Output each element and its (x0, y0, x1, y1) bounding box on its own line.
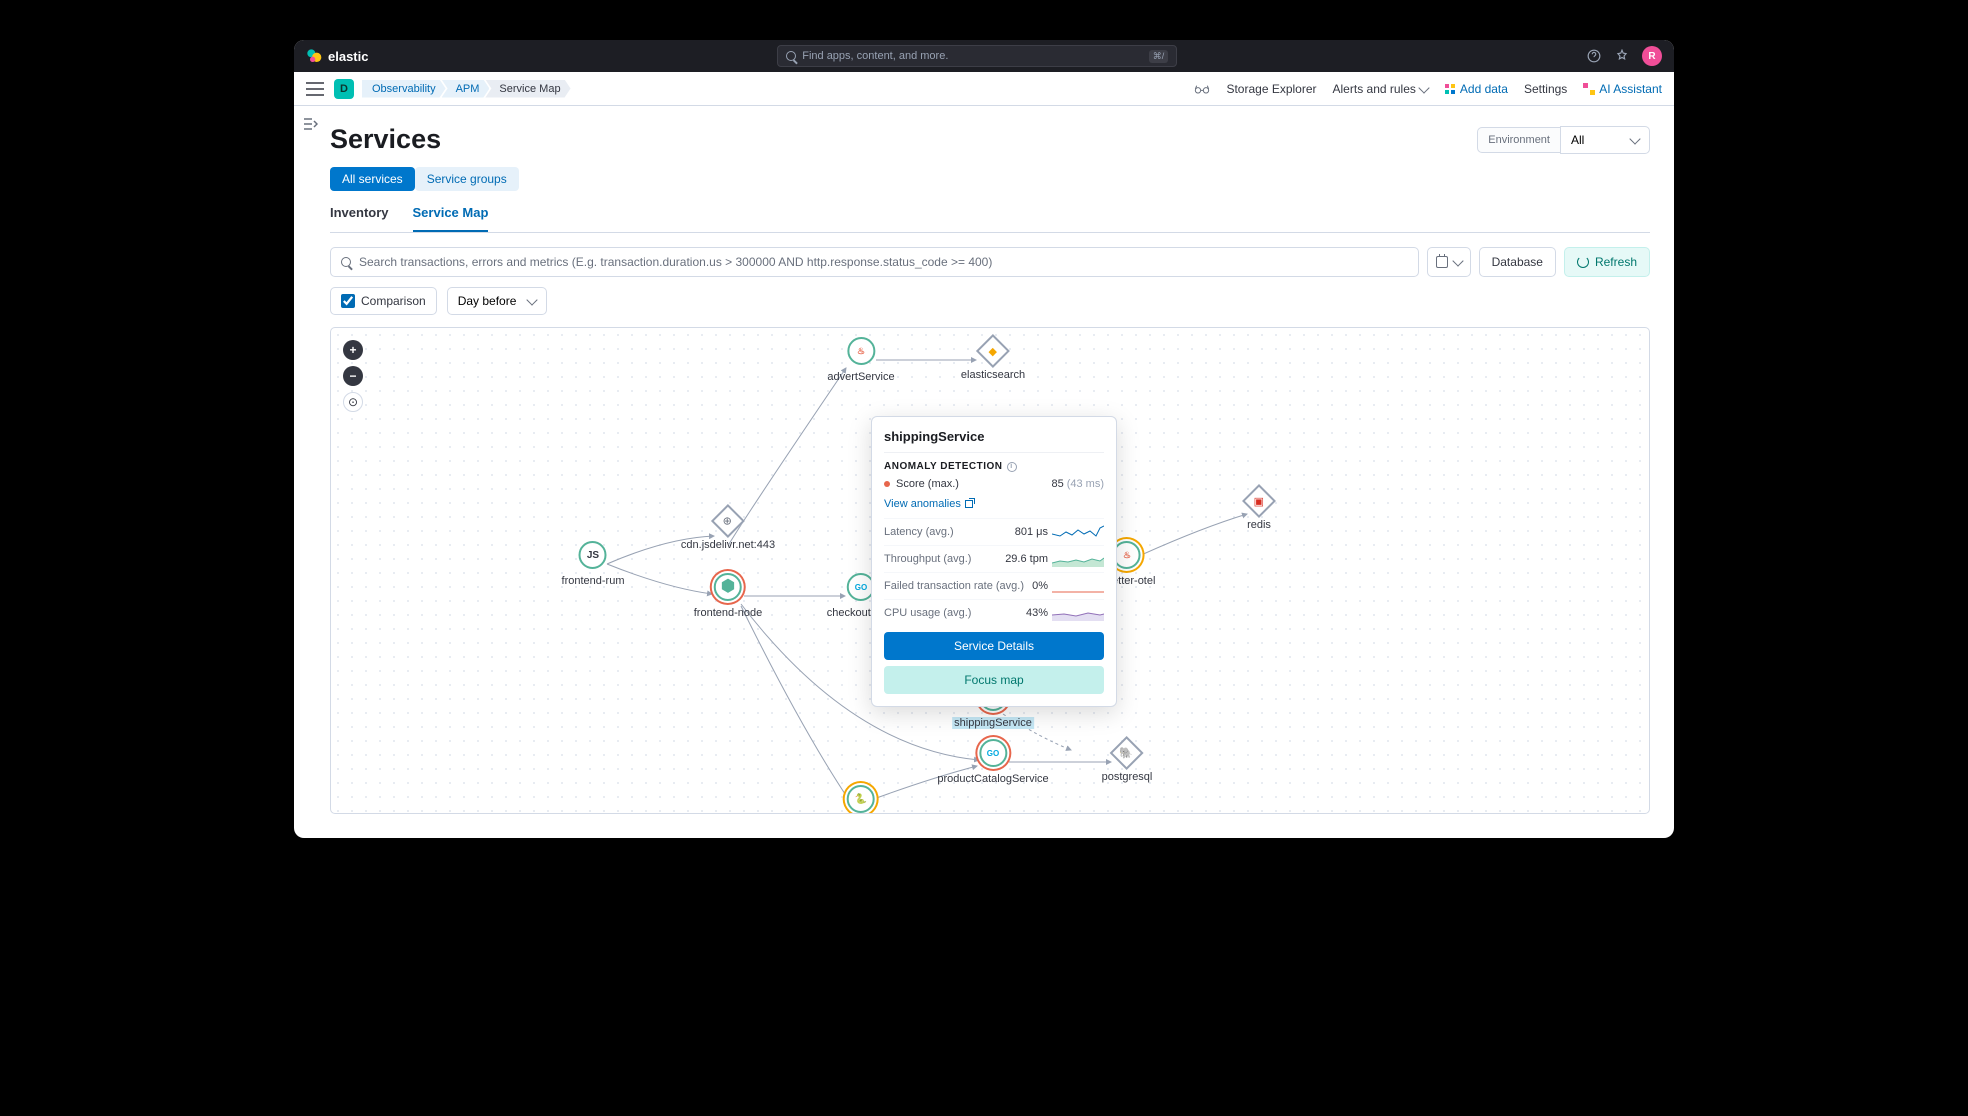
breadcrumb-observability[interactable]: Observability (362, 80, 446, 98)
comparison-period-select[interactable]: Day before (447, 287, 547, 315)
node-advert-service[interactable]: ♨advertService (827, 337, 894, 383)
global-search-input[interactable]: Find apps, content, and more. ⌘/ (777, 45, 1177, 67)
tab-service-groups[interactable]: Service groups (415, 167, 519, 191)
global-topbar: elastic Find apps, content, and more. ⌘/… (294, 40, 1674, 72)
add-data-link[interactable]: Add data (1444, 82, 1508, 96)
kql-search-input[interactable]: Search transactions, errors and metrics … (330, 247, 1419, 277)
node-frontend-rum[interactable]: JSfrontend-rum (562, 541, 625, 587)
date-picker-button[interactable] (1427, 247, 1471, 277)
go-icon: GO (855, 583, 867, 592)
settings-link[interactable]: Settings (1524, 82, 1567, 96)
global-search-placeholder: Find apps, content, and more. (802, 50, 948, 62)
search-shortcut-hint: ⌘/ (1149, 50, 1169, 63)
chevron-down-icon (1629, 133, 1640, 144)
postgresql-icon: 🐘 (1120, 746, 1134, 759)
info-icon[interactable]: i (1007, 462, 1017, 472)
sparkline-throughput (1052, 551, 1104, 567)
tab-inventory[interactable]: Inventory (330, 205, 389, 232)
query-bar-row: Search transactions, errors and metrics … (330, 247, 1650, 277)
chevron-down-icon (526, 294, 537, 305)
breadcrumb: Observability APM Service Map (362, 80, 571, 98)
python-icon: 🐍 (855, 794, 867, 805)
java-icon: ♨ (857, 346, 865, 357)
elastic-logo-icon (306, 48, 322, 64)
severity-indicator-icon (884, 481, 890, 487)
space-selector[interactable]: D (334, 79, 354, 99)
node-frontend-node[interactable]: ⬢frontend-node (694, 573, 763, 619)
environment-select[interactable]: All (1560, 126, 1650, 154)
popover-title: shippingService (884, 429, 1104, 444)
ai-assistant-icon (1583, 83, 1595, 95)
kql-placeholder: Search transactions, errors and metrics … (359, 255, 992, 269)
search-icon (786, 51, 796, 61)
metric-latency: Latency (avg.)801 μs (884, 518, 1104, 545)
js-icon: JS (587, 550, 599, 561)
title-row: Services Environment All (330, 124, 1650, 155)
refresh-button[interactable]: Refresh (1564, 247, 1650, 277)
app-header: D Observability APM Service Map Storage … (294, 72, 1674, 106)
redis-icon: ▣ (1254, 495, 1264, 508)
nodejs-icon: ⬢ (721, 579, 735, 595)
metric-cpu: CPU usage (avg.)43% (884, 599, 1104, 626)
breadcrumb-service-map: Service Map (485, 80, 570, 98)
environment-selector: Environment All (1477, 126, 1650, 154)
sparkline-cpu (1052, 605, 1104, 621)
inspector-icon[interactable] (1194, 83, 1210, 95)
tab-all-services[interactable]: All services (330, 167, 415, 191)
node-recommendation-service[interactable]: 🐍recommendationService (802, 785, 921, 814)
metric-throughput: Throughput (avg.)29.6 tpm (884, 545, 1104, 572)
page-title: Services (330, 124, 441, 155)
user-avatar[interactable]: R (1642, 46, 1662, 66)
breadcrumb-apm[interactable]: APM (442, 80, 490, 98)
comparison-row: Comparison Day before (330, 287, 1650, 315)
java-icon: ♨ (1123, 550, 1131, 561)
storage-explorer-link[interactable]: Storage Explorer (1226, 82, 1316, 96)
node-cdn[interactable]: ⊕cdn.jsdelivr.net:443 (681, 509, 775, 551)
service-scope-tabs: All services Service groups (330, 167, 1650, 191)
service-map-canvas[interactable]: + − ⊙ (330, 327, 1650, 814)
service-details-button[interactable]: Service Details (884, 632, 1104, 660)
metric-failed-rate: Failed transaction rate (avg.)0% (884, 572, 1104, 599)
sparkline-failed (1052, 578, 1104, 594)
anomaly-score-row: Score (max.) 85(43 ms) (884, 478, 1104, 490)
elastic-logo[interactable]: elastic (306, 48, 368, 64)
elasticsearch-icon: ◆ (989, 345, 997, 358)
app-window: elastic Find apps, content, and more. ⌘/… (294, 40, 1674, 838)
nav-menu-icon[interactable] (306, 82, 324, 96)
environment-label: Environment (1477, 127, 1560, 153)
view-anomalies-link[interactable]: View anomalies (884, 498, 973, 510)
view-tabs: Inventory Service Map (330, 205, 1650, 233)
sidebar-expand-icon[interactable] (302, 116, 318, 132)
sparkline-latency (1052, 524, 1104, 540)
comparison-checkbox-input[interactable] (341, 294, 355, 308)
database-filter-button[interactable]: Database (1479, 247, 1556, 277)
help-icon[interactable] (1586, 48, 1602, 64)
header-actions: Storage Explorer Alerts and rules Add da… (1194, 82, 1662, 96)
newsfeed-icon[interactable] (1614, 48, 1630, 64)
service-detail-popover: shippingService ANOMALY DETECTION i Scor… (871, 416, 1117, 707)
node-elasticsearch[interactable]: ◆elasticsearch (961, 339, 1025, 381)
node-postgresql[interactable]: 🐘postgresql (1102, 741, 1153, 783)
brand-name: elastic (328, 49, 368, 64)
calendar-icon (1436, 256, 1448, 268)
ai-assistant-link[interactable]: AI Assistant (1583, 82, 1662, 96)
chevron-down-icon (1452, 255, 1463, 266)
alerts-rules-menu[interactable]: Alerts and rules (1333, 82, 1428, 96)
page-body: Services Environment All All services Se… (294, 106, 1674, 838)
add-data-icon (1444, 83, 1456, 95)
topbar-right-group: R (1586, 46, 1662, 66)
page-content: Services Environment All All services Se… (294, 106, 1674, 838)
tab-service-map[interactable]: Service Map (413, 205, 489, 232)
comparison-checkbox[interactable]: Comparison (330, 287, 437, 315)
external-link-icon (965, 500, 973, 508)
focus-map-button[interactable]: Focus map (884, 666, 1104, 694)
chevron-down-icon (1418, 82, 1429, 93)
anomaly-section-header: ANOMALY DETECTION i (884, 452, 1104, 472)
globe-icon: ⊕ (723, 515, 732, 528)
node-product-catalog-service[interactable]: GOproductCatalogService (937, 739, 1048, 785)
node-redis[interactable]: ▣redis (1247, 489, 1271, 531)
search-icon (341, 257, 351, 267)
go-icon: GO (987, 749, 999, 758)
refresh-icon (1577, 256, 1589, 268)
